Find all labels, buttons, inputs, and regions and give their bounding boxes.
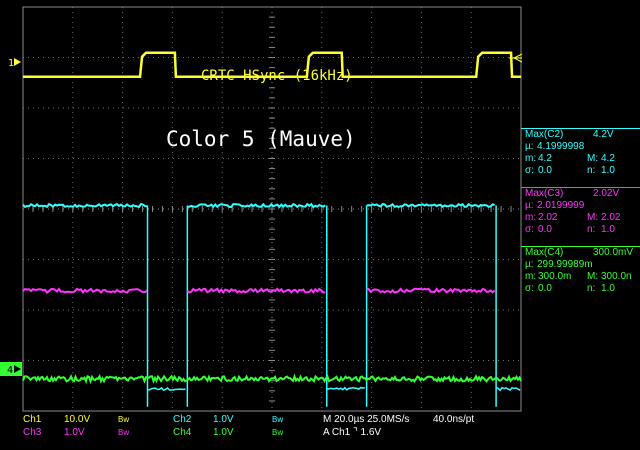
max-value: 2.02 bbox=[601, 212, 620, 224]
ch1-marker-label: 1 bbox=[8, 58, 14, 69]
ch4-ground-marker[interactable]: 4 bbox=[0, 362, 22, 376]
sigma-value: 0.0 bbox=[538, 283, 552, 295]
hsync-annotation: CRTC HSync (16kHz) bbox=[201, 68, 353, 84]
ch2-scale[interactable]: 1.0V bbox=[213, 414, 234, 426]
measure-title: Max(C3) bbox=[525, 188, 563, 200]
ch1-bw-limit: Bw bbox=[118, 414, 129, 426]
max-label: M: bbox=[587, 153, 598, 165]
mean-value: 299.99989m bbox=[537, 259, 593, 271]
min-label: m: bbox=[525, 153, 536, 165]
max-label: M: bbox=[587, 271, 598, 283]
ch1-scale[interactable]: 10.0V bbox=[64, 414, 90, 426]
trace-ch2 bbox=[23, 204, 520, 407]
mean-label: µ: bbox=[525, 141, 534, 153]
color-annotation: Color 5 (Mauve) bbox=[166, 127, 356, 151]
sample-interval-readout: 40.0ns/pt bbox=[433, 414, 474, 426]
sigma-value: 0.0 bbox=[538, 224, 552, 236]
count-value: 1.0 bbox=[601, 283, 615, 295]
ch2-low-segment bbox=[148, 388, 186, 390]
sigma-label: σ: bbox=[525, 283, 534, 295]
ch2-bw-limit: Bw bbox=[272, 414, 283, 426]
ch3-bw-limit: Bw bbox=[118, 427, 129, 439]
count-value: 1.0 bbox=[601, 165, 615, 177]
ch3-name[interactable]: Ch3 bbox=[23, 427, 41, 439]
min-value: 4.2 bbox=[538, 153, 552, 165]
ch2-high-segment bbox=[367, 204, 495, 207]
count-label: n: bbox=[587, 165, 595, 177]
max-value: 4.2 bbox=[601, 153, 615, 165]
measure-value: 4.2V bbox=[593, 129, 614, 141]
ch4-marker-label: 4 bbox=[7, 365, 13, 376]
ch3-segment bbox=[187, 289, 325, 293]
mean-value: 2.0199999 bbox=[537, 200, 584, 212]
mean-value: 4.1999998 bbox=[537, 141, 584, 153]
mean-label: µ: bbox=[525, 259, 534, 271]
ch2-low-segment bbox=[327, 388, 365, 390]
ch2-low-segment bbox=[496, 388, 520, 391]
ch4-scale[interactable]: 1.0V bbox=[213, 427, 234, 439]
sigma-label: σ: bbox=[525, 224, 534, 236]
ch3-segment bbox=[23, 289, 147, 293]
measure-value: 300.0mV bbox=[593, 247, 633, 259]
min-label: m: bbox=[525, 271, 536, 283]
ch2-high-segment bbox=[187, 204, 325, 207]
ch4-name[interactable]: Ch4 bbox=[173, 427, 191, 439]
measurement-block[interactable]: Max(C3) 2.02V µ: 2.0199999 m: 2.02 M: 2.02 σ: 0.0… bbox=[521, 187, 640, 236]
measure-title: Max(C2) bbox=[525, 129, 563, 141]
measure-title: Max(C4) bbox=[525, 247, 563, 259]
min-value: 300.0m bbox=[538, 271, 571, 283]
max-label: M: bbox=[587, 212, 598, 224]
trace-ch3 bbox=[23, 289, 495, 293]
ch2-high-segment bbox=[23, 204, 147, 207]
ch2-name[interactable]: Ch2 bbox=[173, 414, 191, 426]
min-value: 2.02 bbox=[538, 212, 557, 224]
ch4-bw-limit: Bw bbox=[272, 427, 283, 439]
min-label: m: bbox=[525, 212, 536, 224]
count-value: 1.0 bbox=[601, 224, 615, 236]
ch3-scale[interactable]: 1.0V bbox=[64, 427, 85, 439]
max-value: 300.0n bbox=[601, 271, 632, 283]
sigma-label: σ: bbox=[525, 165, 534, 177]
sigma-value: 0.0 bbox=[538, 165, 552, 177]
mean-label: µ: bbox=[525, 200, 534, 212]
ch1-name[interactable]: Ch1 bbox=[23, 414, 41, 426]
measurement-block[interactable]: Max(C2) 4.2V µ: 4.1999998 m: 4.2 M: 4.2 σ: 0.0 n: 1… bbox=[521, 128, 640, 177]
count-label: n: bbox=[587, 283, 595, 295]
ch3-segment bbox=[367, 289, 495, 293]
ch1-ground-marker[interactable]: 1 bbox=[0, 55, 21, 69]
count-label: n: bbox=[587, 224, 595, 236]
measurement-block[interactable]: Max(C4) 300.0mV µ: 299.99989m m: 300.0m M: 300.… bbox=[521, 246, 640, 295]
timebase-readout[interactable]: M 20.0µs 25.0MS/s bbox=[323, 414, 409, 426]
measure-value: 2.02V bbox=[593, 188, 619, 200]
trigger-readout[interactable]: A Ch1 ⌝ 1.6V bbox=[323, 427, 381, 439]
